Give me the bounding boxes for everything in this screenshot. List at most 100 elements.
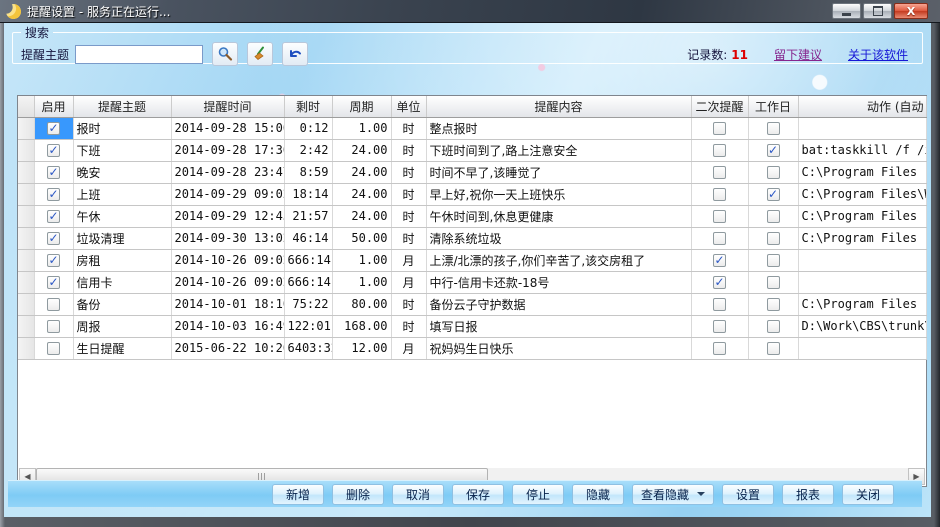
header-enabled[interactable]: 启用	[34, 96, 73, 117]
workday-checkbox[interactable]	[767, 276, 780, 289]
row-indicator[interactable]	[18, 117, 34, 139]
cell-action[interactable]	[798, 271, 926, 293]
minimize-button[interactable]	[832, 3, 861, 19]
cell-time[interactable]: 2014-09-29 09:02	[171, 183, 284, 205]
cell-topic[interactable]: 晚安	[73, 161, 171, 183]
toolbar-button-report[interactable]: 报表	[782, 484, 834, 505]
second-reminder-checkbox[interactable]	[713, 122, 726, 135]
second-reminder-checkbox[interactable]	[713, 320, 726, 333]
cell-workday[interactable]	[748, 139, 798, 161]
header-unit[interactable]: 单位	[391, 96, 426, 117]
cell-time[interactable]: 2014-10-01 18:10	[171, 293, 284, 315]
cell-content[interactable]: 祝妈妈生日快乐	[426, 337, 691, 359]
second-reminder-checkbox[interactable]	[713, 166, 726, 179]
search-button[interactable]	[212, 42, 238, 66]
cell-workday[interactable]	[748, 293, 798, 315]
row-indicator[interactable]	[18, 161, 34, 183]
cell-action[interactable]	[798, 117, 926, 139]
cell-content[interactable]: 清除系统垃圾	[426, 227, 691, 249]
toolbar-button-new[interactable]: 新增	[272, 484, 324, 505]
cell-second-reminder[interactable]	[691, 161, 748, 183]
about-software-link[interactable]: 关于该软件	[848, 46, 908, 63]
cell-remaining[interactable]: 6403:32	[284, 337, 332, 359]
toolbar-button-settings[interactable]: 设置	[722, 484, 774, 505]
enable-checkbox[interactable]	[47, 232, 60, 245]
cell-topic[interactable]: 下班	[73, 139, 171, 161]
cell-time[interactable]: 2014-10-03 16:49	[171, 315, 284, 337]
header-topic[interactable]: 提醒主题	[73, 96, 171, 117]
cell-remaining[interactable]: 75:22	[284, 293, 332, 315]
close-button[interactable]: X	[894, 3, 928, 19]
second-reminder-checkbox[interactable]	[713, 254, 726, 267]
cell-action[interactable]: C:\Program Files (x86	[798, 161, 926, 183]
cell-unit[interactable]: 时	[391, 117, 426, 139]
row-indicator[interactable]	[18, 227, 34, 249]
cell-second-reminder[interactable]	[691, 315, 748, 337]
cell-topic[interactable]: 上班	[73, 183, 171, 205]
cell-remaining[interactable]: 2:42	[284, 139, 332, 161]
cell-topic[interactable]: 周报	[73, 315, 171, 337]
cell-unit[interactable]: 月	[391, 337, 426, 359]
cell-content[interactable]: 中行-信用卡还款-18号	[426, 271, 691, 293]
second-reminder-checkbox[interactable]	[713, 298, 726, 311]
header-cycle[interactable]: 周期	[332, 96, 391, 117]
cell-second-reminder[interactable]	[691, 337, 748, 359]
cell-workday[interactable]	[748, 161, 798, 183]
cell-enabled[interactable]	[34, 183, 73, 205]
cell-enabled[interactable]	[34, 249, 73, 271]
cell-workday[interactable]	[748, 117, 798, 139]
cell-unit[interactable]: 时	[391, 161, 426, 183]
cell-remaining[interactable]: 0:12	[284, 117, 332, 139]
cell-topic[interactable]: 房租	[73, 249, 171, 271]
header-second-reminder[interactable]: 二次提醒	[691, 96, 748, 117]
cell-content[interactable]: 整点报时	[426, 117, 691, 139]
toolbar-button-delete[interactable]: 删除	[332, 484, 384, 505]
cell-time[interactable]: 2014-09-29 12:45	[171, 205, 284, 227]
cell-second-reminder[interactable]	[691, 271, 748, 293]
workday-checkbox[interactable]	[767, 342, 780, 355]
toolbar-button-save[interactable]: 保存	[452, 484, 504, 505]
enable-checkbox[interactable]	[47, 320, 60, 333]
enable-checkbox[interactable]	[47, 144, 60, 157]
cell-topic[interactable]: 信用卡	[73, 271, 171, 293]
enable-checkbox[interactable]	[47, 166, 60, 179]
cell-content[interactable]: 上漂/北漂的孩子,你们辛苦了,该交房租了	[426, 249, 691, 271]
cell-workday[interactable]	[748, 183, 798, 205]
cell-unit[interactable]: 时	[391, 293, 426, 315]
cell-second-reminder[interactable]	[691, 227, 748, 249]
cell-workday[interactable]	[748, 271, 798, 293]
toolbar-button-hide[interactable]: 隐藏	[572, 484, 624, 505]
cell-remaining[interactable]: 666:14	[284, 271, 332, 293]
row-indicator[interactable]	[18, 271, 34, 293]
cell-cycle[interactable]: 1.00	[332, 117, 391, 139]
cell-cycle[interactable]: 1.00	[332, 249, 391, 271]
row-indicator[interactable]	[18, 249, 34, 271]
enable-checkbox[interactable]	[47, 298, 60, 311]
cell-remaining[interactable]: 18:14	[284, 183, 332, 205]
cell-workday[interactable]	[748, 205, 798, 227]
cell-cycle[interactable]: 1.00	[332, 271, 391, 293]
second-reminder-checkbox[interactable]	[713, 232, 726, 245]
cell-cycle[interactable]: 24.00	[332, 139, 391, 161]
toolbar-button-cancel[interactable]: 取消	[392, 484, 444, 505]
cell-time[interactable]: 2014-09-28 17:30	[171, 139, 284, 161]
enable-checkbox[interactable]	[47, 210, 60, 223]
cell-enabled[interactable]	[34, 139, 73, 161]
cell-topic[interactable]: 备份	[73, 293, 171, 315]
chevron-down-icon[interactable]	[697, 492, 705, 496]
cell-second-reminder[interactable]	[691, 117, 748, 139]
second-reminder-checkbox[interactable]	[713, 342, 726, 355]
row-indicator[interactable]	[18, 205, 34, 227]
header-workday[interactable]: 工作日	[748, 96, 798, 117]
cell-second-reminder[interactable]	[691, 293, 748, 315]
cell-second-reminder[interactable]	[691, 183, 748, 205]
enable-checkbox[interactable]	[47, 342, 60, 355]
cell-action[interactable]: C:\Program Files (x86	[798, 205, 926, 227]
enable-checkbox[interactable]	[47, 276, 60, 289]
header-action[interactable]: 动作 (自动	[798, 96, 926, 117]
cell-cycle[interactable]: 80.00	[332, 293, 391, 315]
cell-time[interactable]: 2014-09-30 13:02	[171, 227, 284, 249]
workday-checkbox[interactable]	[767, 188, 780, 201]
cell-second-reminder[interactable]	[691, 205, 748, 227]
header-remaining[interactable]: 剩时	[284, 96, 332, 117]
